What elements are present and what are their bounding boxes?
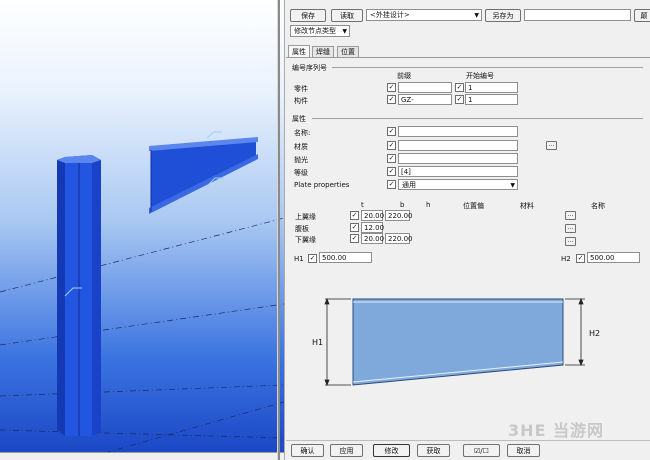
ok-button[interactable]: 确认	[291, 444, 324, 457]
name-checkbox[interactable]: ✓	[387, 127, 396, 136]
diagram-h2-label: H2	[589, 329, 600, 338]
splitter[interactable]	[277, 0, 280, 460]
part-start-input[interactable]: 1	[465, 82, 518, 93]
material-checkbox[interactable]: ✓	[387, 141, 396, 150]
class-checkbox[interactable]: ✓	[387, 167, 396, 176]
top-flange-t-input[interactable]: 20.00	[361, 210, 384, 221]
watermark-logo: 3HE 当游网	[508, 421, 605, 440]
grid-lines	[0, 217, 284, 460]
bottom-flange-t-input[interactable]: 20.00	[361, 233, 384, 244]
divider	[332, 67, 643, 68]
web-browse-button[interactable]: ...	[565, 224, 576, 233]
mode-select[interactable]: 修改节点类型 ▼	[290, 25, 350, 37]
chevron-down-icon: ▼	[474, 11, 479, 19]
part-start-checkbox[interactable]: ✓	[455, 83, 464, 92]
preset-select[interactable]: <外挂设计> ▼	[366, 9, 482, 21]
t-header: t	[361, 201, 364, 209]
get-button[interactable]: 获取	[417, 444, 450, 457]
tab-properties[interactable]: 属性	[288, 45, 310, 57]
diagram-h1-label: H1	[312, 338, 323, 347]
h1-dimension	[324, 297, 351, 387]
plate-properties-checkbox[interactable]: ✓	[387, 180, 396, 189]
h2-dimension	[565, 297, 585, 367]
numbering-section-title: 编号序列号	[292, 64, 327, 72]
top-flange-label: 上翼缘	[295, 213, 316, 221]
finish-checkbox[interactable]: ✓	[387, 154, 396, 163]
tapered-beam-diagram: H1 H2	[312, 297, 600, 387]
attributes-section-title: 属性	[292, 115, 306, 123]
h1-label: H1	[294, 255, 304, 263]
top-flange-b-input[interactable]: 220.00	[385, 210, 413, 221]
finish-input[interactable]	[398, 153, 518, 164]
offset-header: 位置偏	[463, 202, 484, 210]
h2-checkbox[interactable]: ✓	[576, 254, 585, 263]
bottom-flange-b-input[interactable]: 220.00	[385, 233, 413, 244]
preset-value: <外挂设计>	[370, 11, 410, 19]
chevron-down-icon: ▼	[510, 181, 515, 189]
bottom-flange-label: 下翼缘	[295, 236, 316, 244]
viewport-ruler	[0, 452, 284, 460]
class-input[interactable]: [4]	[398, 166, 518, 177]
class-label: 等级	[294, 169, 308, 177]
column-member[interactable]	[57, 155, 101, 436]
part-label: 零件	[294, 85, 308, 93]
mode-value: 修改节点类型	[294, 27, 336, 35]
assembly-start-checkbox[interactable]: ✓	[455, 95, 464, 104]
assembly-prefix-input[interactable]: GZ-	[398, 94, 452, 105]
3d-viewport[interactable]	[0, 0, 284, 460]
plate-properties-label: Plate properties	[294, 181, 350, 189]
bottom-flange-checkbox[interactable]: ✓	[350, 234, 359, 243]
modify-button[interactable]: 修改	[373, 444, 410, 457]
assembly-label: 构件	[294, 97, 308, 105]
divider	[312, 118, 643, 119]
extra-button[interactable]: 颠	[634, 9, 650, 22]
material-browse-button[interactable]: ...	[546, 141, 557, 150]
bottom-flange-browse-button[interactable]: ...	[565, 237, 576, 246]
save-as-button[interactable]: 另存为	[485, 9, 521, 22]
part-prefix-input[interactable]	[398, 82, 452, 93]
tab-welds[interactable]: 焊缝	[312, 46, 334, 57]
h1-input[interactable]: 500.00	[319, 252, 372, 263]
top-flange-checkbox[interactable]: ✓	[350, 211, 359, 220]
h2-input[interactable]: 500.00	[587, 252, 640, 263]
toggle-checkboxes-button[interactable]: ☑/☐	[463, 444, 500, 457]
model-canvas[interactable]	[0, 0, 284, 460]
part-prefix-checkbox[interactable]: ✓	[387, 83, 396, 92]
b-header: b	[400, 201, 405, 209]
plate-properties-value: 通用	[402, 180, 416, 189]
h-header: h	[426, 201, 431, 209]
tab-position[interactable]: 位置	[337, 46, 359, 57]
name-label: 名称:	[294, 129, 311, 137]
assembly-prefix-checkbox[interactable]: ✓	[387, 95, 396, 104]
chevron-down-icon: ▼	[342, 27, 347, 35]
h2-label: H2	[561, 255, 571, 263]
plate-properties-select[interactable]: 通用 ▼	[398, 179, 518, 190]
tab-baseline	[286, 57, 650, 58]
h1-checkbox[interactable]: ✓	[308, 254, 317, 263]
top-flange-browse-button[interactable]: ...	[565, 211, 576, 220]
beam-member[interactable]	[149, 137, 258, 214]
material-header: 材料	[520, 202, 534, 210]
web-label: 腹板	[295, 225, 309, 233]
read-button[interactable]: 读取	[331, 9, 363, 22]
profile-name-header: 名称	[591, 202, 605, 210]
start-number-header: 开始编号	[466, 72, 494, 80]
save-button[interactable]: 保存	[290, 9, 326, 22]
name-input[interactable]	[398, 126, 518, 137]
cancel-button[interactable]: 取消	[507, 444, 540, 457]
assembly-start-input[interactable]: 1	[465, 94, 518, 105]
apply-button[interactable]: 应用	[330, 444, 363, 457]
web-t-input[interactable]: 12.00	[361, 222, 384, 233]
web-checkbox[interactable]: ✓	[350, 223, 359, 232]
finish-label: 抛光	[294, 156, 308, 164]
material-input[interactable]	[398, 140, 518, 151]
material-label: 材质	[294, 143, 308, 151]
prefix-header: 前缀	[397, 72, 411, 80]
save-as-name-input[interactable]	[524, 9, 631, 21]
